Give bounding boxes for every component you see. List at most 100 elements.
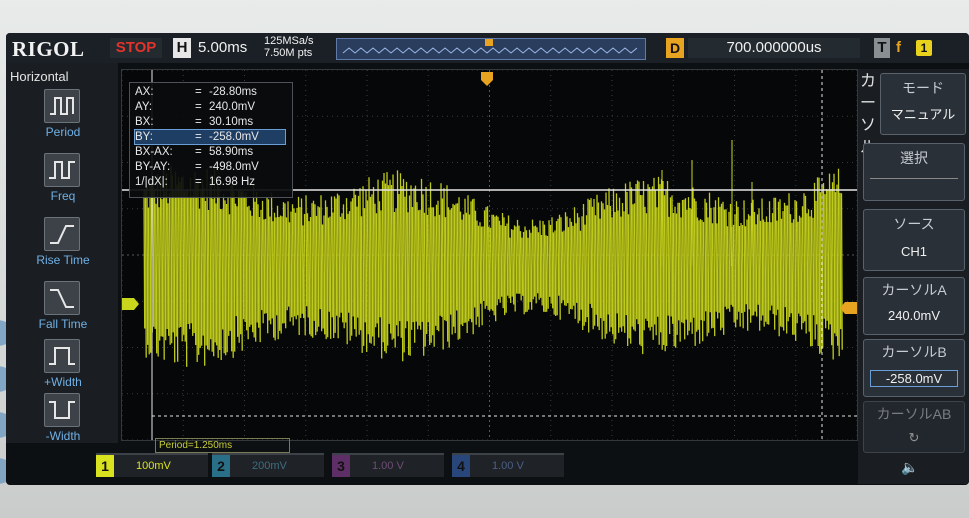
select-button[interactable]: 選択 — [863, 143, 965, 201]
cursor-ax-value: -28.80ms — [209, 86, 257, 98]
measure-period[interactable]: Period — [14, 89, 112, 147]
cursor-by-ay: BY-AY: = -498.0mV — [135, 160, 259, 174]
trigger-info[interactable]: T f 1 — [874, 38, 969, 58]
trigger-time-marker — [481, 72, 493, 86]
fall-time-icon — [44, 281, 80, 315]
channel-4-scale: 1.00 V — [492, 460, 524, 472]
cursor-ab-button[interactable]: カーソルAB ↻ — [863, 401, 965, 453]
channel-3-number: 3 — [332, 455, 350, 477]
delay-value[interactable]: 700.000000us — [688, 38, 860, 58]
cursor-freq-name: 1/|dX|: — [135, 176, 168, 188]
measure-positive-width[interactable]: +Width — [14, 339, 112, 397]
status-bar: RIGOL STOP H 5.00ms 125MSa/s 7.50M pts D… — [6, 33, 969, 63]
cursor-bx-ax: BX-AX: = 58.90ms — [135, 145, 253, 159]
cursor-ab-knob-icon: ↻ — [908, 430, 920, 445]
cursor-ab-title: カーソルAB — [876, 406, 952, 422]
run-status: STOP — [110, 38, 162, 58]
cursor-dx-value: 58.90ms — [209, 146, 254, 158]
horizontal-measure-menu: Horizontal Period Freq Rise Time Fall Ti… — [6, 63, 118, 443]
select-divider — [870, 178, 958, 179]
ch1-offset-marker — [122, 298, 139, 310]
cursor-ay-name: AY: — [135, 101, 153, 113]
negative-width-icon — [44, 393, 80, 427]
trigger-position-marker — [485, 39, 493, 46]
cursor-a-button[interactable]: カーソルA 240.0mV — [863, 277, 965, 335]
source-title: ソース — [893, 216, 935, 232]
sample-rate: 125MSa/s — [264, 35, 314, 47]
source-button[interactable]: ソース CH1 — [863, 209, 965, 271]
cursor-bx: BX: = 30.10ms — [135, 115, 253, 129]
cursor-ay-value: 240.0mV — [209, 101, 256, 113]
channel-2-tab[interactable]: 2 200mV — [212, 453, 324, 477]
measure-rise-time[interactable]: Rise Time — [14, 217, 112, 275]
cursor-ay: AY: = 240.0mV — [135, 100, 255, 114]
mode-value: マニュアル — [890, 107, 956, 122]
measure-period-label: Period — [45, 125, 81, 139]
menu-title: Horizontal — [10, 69, 69, 84]
memory-overview-wave — [342, 39, 638, 54]
cursor-freq-value: 16.98 Hz — [209, 176, 256, 188]
channel-4-tab[interactable]: 4 1.00 V — [452, 453, 564, 477]
cursor-eq: = — [195, 116, 202, 128]
cursor-b-title: カーソルB — [881, 344, 947, 360]
channel-1-number: 1 — [96, 455, 114, 477]
measure-freq[interactable]: Freq — [14, 153, 112, 211]
cursor-by: BY: = -258.0mV — [134, 129, 286, 145]
channel-3-scale: 1.00 V — [372, 460, 404, 472]
delay-label: D — [666, 38, 684, 58]
measure-negative-width[interactable]: -Width — [14, 393, 112, 451]
positive-width-icon — [44, 339, 80, 373]
select-title: 選択 — [900, 150, 928, 166]
trigger-edge-icon: f — [896, 39, 901, 56]
channel-2-number: 2 — [212, 455, 230, 477]
channel-2-scale: 200mV — [252, 460, 287, 472]
measure-negative-width-label: -Width — [45, 429, 81, 443]
cursor-eq: = — [195, 131, 202, 143]
cursor-bx-name: BX: — [135, 116, 154, 128]
cursor-b-button[interactable]: カーソルB -258.0mV — [863, 339, 965, 397]
speaker-icon[interactable]: 🔈 — [901, 459, 918, 476]
cursor-readout-panel: AX: = -28.80ms AY: = 240.0mV BX: = 30.10ms BY:… — [129, 82, 293, 198]
period-icon — [44, 89, 80, 123]
cursor-dx-name: BX-AX: — [135, 146, 173, 158]
cursor-eq: = — [195, 161, 202, 173]
measure-freq-label: Freq — [50, 189, 76, 203]
source-value: CH1 — [900, 244, 927, 259]
measure-fall-time[interactable]: Fall Time — [14, 281, 112, 339]
cursor-eq: = — [195, 176, 202, 188]
cursor-dy-value: -498.0mV — [209, 161, 259, 173]
measure-fall-time-label: Fall Time — [38, 317, 88, 331]
channel-3-tab[interactable]: 3 1.00 V — [332, 453, 444, 477]
cursor-b-value: -258.0mV — [870, 370, 958, 387]
channel-4-number: 4 — [452, 455, 470, 477]
cursor-menu: カーソル モード マニュアル 選択 ソース CH1 カーソルA 240.0mV … — [858, 69, 969, 484]
timebase-value[interactable]: 5.00ms — [198, 38, 247, 58]
mode-button[interactable]: モード マニュアル — [880, 73, 966, 135]
memory-overview — [336, 38, 646, 60]
cursor-a-value: 240.0mV — [887, 308, 941, 323]
channel-1-scale: 100mV — [136, 460, 171, 472]
horizontal-label: H — [173, 38, 191, 58]
waveform-display[interactable]: AX: = -28.80ms AY: = 240.0mV BX: = 30.10ms BY:… — [121, 69, 858, 453]
cursor-by-name: BY: — [135, 131, 153, 143]
cursor-bx-value: 30.10ms — [209, 116, 254, 128]
rise-time-icon — [44, 217, 80, 251]
trigger-label: T — [874, 38, 890, 58]
trigger-source: 1 — [916, 40, 932, 56]
cursor-inv-dx: 1/|dX|: = 16.98 Hz — [135, 175, 255, 189]
cursor-by-value: -258.0mV — [209, 131, 259, 143]
cursor-a-title: カーソルA — [881, 282, 947, 298]
mode-title: モード — [902, 80, 944, 96]
channel-1-tab[interactable]: 1 100mV — [96, 453, 208, 477]
acquisition-info: 125MSa/s 7.50M pts — [264, 35, 314, 59]
cursor-ax-name: AX: — [135, 86, 154, 98]
cursor-eq: = — [195, 101, 202, 113]
brand-logo: RIGOL — [12, 37, 85, 61]
period-measurement: Period=1.250ms — [155, 438, 290, 453]
cursor-eq: = — [195, 86, 202, 98]
cursor-eq: = — [195, 146, 202, 158]
oscilloscope-screen: RIGOL STOP H 5.00ms 125MSa/s 7.50M pts D… — [6, 33, 969, 485]
channel-bar: 1 100mV 2 200mV 3 1.00 V 4 1.00 V — [96, 453, 796, 477]
measure-positive-width-label: +Width — [44, 375, 82, 389]
measure-rise-time-label: Rise Time — [36, 253, 90, 267]
